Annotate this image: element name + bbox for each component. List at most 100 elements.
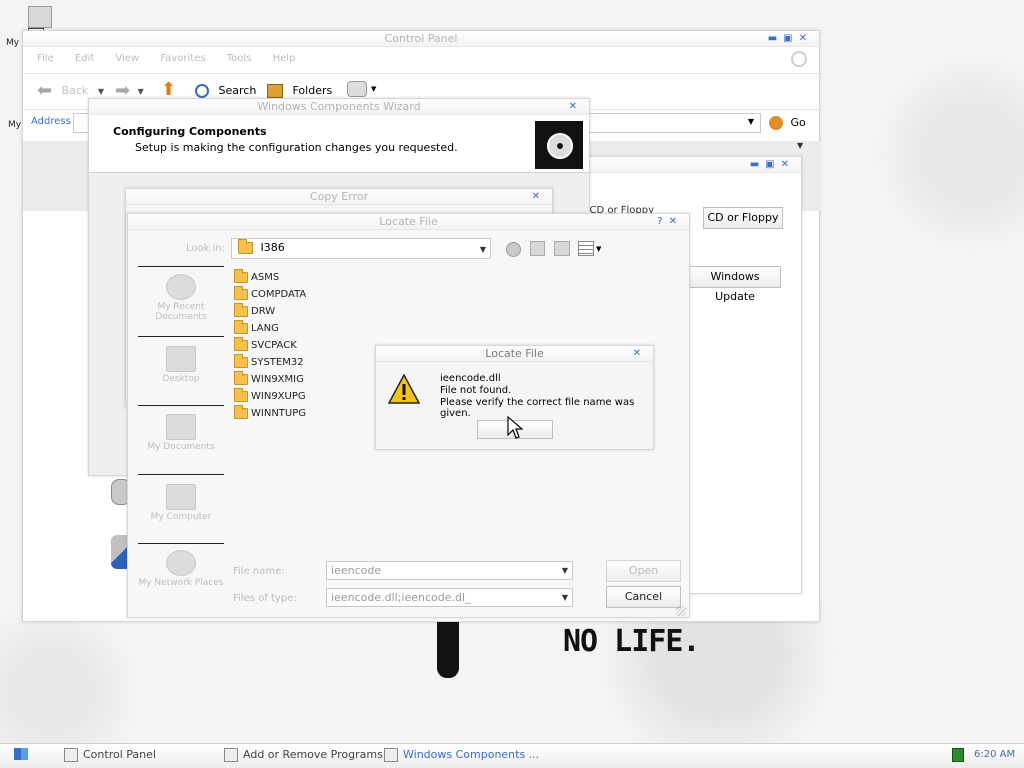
close-icon[interactable]: ✕ (569, 101, 583, 112)
desktop-icon (166, 346, 196, 372)
chevron-down-icon[interactable]: ▼ (562, 589, 568, 606)
windows-flag-icon (14, 748, 28, 760)
windows-update-button[interactable]: Windows Update (689, 266, 781, 303)
desktop-icon-label: My (6, 38, 20, 48)
new-folder-icon[interactable] (554, 241, 570, 256)
list-item[interactable]: LANG (234, 319, 279, 337)
folder-icon (234, 404, 248, 419)
maximize-icon[interactable]: ▣ (765, 159, 780, 170)
look-in-label: Look in: (186, 243, 226, 254)
list-item[interactable]: WIN9XMIG (234, 370, 304, 388)
file-type-label: Files of type: (233, 593, 297, 604)
recent-documents-icon (166, 274, 196, 300)
places-desktop[interactable]: Desktop (138, 346, 224, 384)
taskbar-item-components-wizard[interactable]: Windows Components ... (384, 745, 539, 765)
desktop-icon-top[interactable] (28, 6, 52, 28)
menu-edit[interactable]: Edit (75, 53, 94, 64)
views-icon[interactable] (347, 81, 367, 97)
alert-message: File not found. (440, 385, 512, 396)
wallpaper-text: NO LIFE. (563, 624, 700, 659)
resize-grip-icon[interactable] (676, 606, 686, 616)
chevron-down-icon[interactable]: ▼ (138, 87, 144, 96)
list-item[interactable]: DRW (234, 302, 275, 320)
network-places-icon (166, 550, 196, 576)
scroll-down-icon[interactable]: ▼ (797, 141, 803, 150)
control-panel-title: Control Panel (384, 32, 458, 45)
menu-favorites[interactable]: Favorites (160, 53, 205, 64)
back-arrow-icon: ⬅ (37, 80, 53, 101)
open-button[interactable]: Open (606, 560, 681, 582)
wizard-titlebar[interactable]: Windows Components Wizard ✕ (89, 99, 589, 115)
copy-error-titlebar[interactable]: Copy Error ✕ (126, 189, 552, 205)
wallpaper-figure (437, 622, 459, 678)
folder-icon (234, 370, 248, 385)
help-icon[interactable]: ? (657, 216, 668, 227)
close-icon[interactable]: ✕ (781, 159, 795, 170)
add-remove-titlebar[interactable]: ▬▣✕ (589, 157, 801, 173)
alert-filename: ieencode.dll (440, 373, 501, 384)
close-icon[interactable]: ✕ (532, 191, 546, 202)
chevron-down-icon[interactable]: ▼ (596, 245, 601, 253)
places-network[interactable]: My Network Places (138, 550, 224, 588)
folder-icon (238, 239, 253, 254)
alert-instruction: Please verify the correct file name was … (440, 397, 635, 419)
chevron-down-icon[interactable]: ▼ (562, 562, 568, 579)
chevron-down-icon[interactable]: ▼ (371, 85, 376, 93)
list-item[interactable]: SVCPACK (234, 336, 297, 354)
list-item[interactable]: COMPDATA (234, 285, 306, 303)
file-type-select[interactable]: ieencode.dll;ieencode.dl_ ▼ (326, 588, 573, 607)
close-icon[interactable]: ✕ (669, 216, 683, 227)
menu-view[interactable]: View (115, 53, 139, 64)
minimize-icon[interactable]: ▬ (750, 159, 765, 170)
list-item[interactable]: WINNTUPG (234, 404, 306, 422)
control-panel-titlebar[interactable]: Control Panel ▬▣✕ (23, 31, 819, 47)
cancel-button[interactable]: Cancel (606, 586, 681, 608)
minimize-icon[interactable]: ▬ (768, 33, 783, 44)
my-computer-icon (166, 484, 196, 510)
close-icon[interactable]: ✕ (633, 348, 647, 359)
taskbar-item-add-remove[interactable]: Add or Remove Programs (224, 745, 383, 765)
file-name-label: File name: (233, 566, 285, 577)
my-documents-icon (166, 414, 196, 440)
list-item[interactable]: ASMS (234, 268, 279, 286)
places-my-documents[interactable]: My Documents (138, 414, 224, 452)
go-arrow-icon (769, 116, 783, 130)
chevron-down-icon[interactable]: ▼ (480, 241, 486, 258)
locate-file-title: Locate File (379, 215, 438, 228)
windows-logo-icon (791, 51, 807, 67)
places-my-computer[interactable]: My Computer (138, 484, 224, 522)
file-name-field[interactable]: ieencode ▼ (326, 561, 573, 580)
nav-back-icon[interactable] (506, 242, 521, 257)
mouse-cursor-icon (507, 415, 524, 443)
clock[interactable]: 6:20 AM (974, 749, 1015, 760)
wizard-heading: Configuring Components (113, 125, 267, 138)
places-recent-documents[interactable]: My Recent Documents (138, 274, 224, 322)
wizard-subheading: Setup is making the configuration change… (135, 141, 458, 154)
taskbar-item-control-panel[interactable]: Control Panel (64, 745, 156, 765)
menu-file[interactable]: File (37, 53, 54, 64)
chevron-down-icon[interactable]: ▼ (748, 117, 754, 126)
desktop-icon-label: My (8, 120, 22, 130)
cd-or-floppy-button[interactable]: CD or Floppy (703, 207, 783, 229)
alert-titlebar[interactable]: Locate File ✕ (376, 346, 653, 362)
folder-icon (234, 353, 248, 368)
locate-file-titlebar[interactable]: Locate File ?✕ (128, 214, 689, 230)
menu-tools[interactable]: Tools (227, 53, 252, 64)
up-folder-icon[interactable]: ⬆ (161, 79, 176, 100)
close-icon[interactable]: ✕ (799, 33, 813, 44)
menu-help[interactable]: Help (273, 53, 296, 64)
folder-icon (234, 319, 248, 334)
start-button[interactable] (14, 748, 30, 762)
up-one-level-icon[interactable] (530, 241, 545, 256)
view-menu-icon[interactable] (578, 241, 594, 256)
list-item[interactable]: SYSTEM32 (234, 353, 304, 371)
tray-network-icon[interactable] (952, 748, 964, 762)
folder-icon (234, 302, 248, 317)
search-icon (195, 84, 209, 98)
go-button[interactable]: Go (769, 115, 806, 131)
maximize-icon[interactable]: ▣ (783, 33, 798, 44)
folder-icon (234, 336, 248, 351)
chevron-down-icon[interactable]: ▼ (98, 87, 104, 96)
list-item[interactable]: WIN9XUPG (234, 387, 306, 405)
look-in-select[interactable]: I386 ▼ (231, 238, 491, 259)
